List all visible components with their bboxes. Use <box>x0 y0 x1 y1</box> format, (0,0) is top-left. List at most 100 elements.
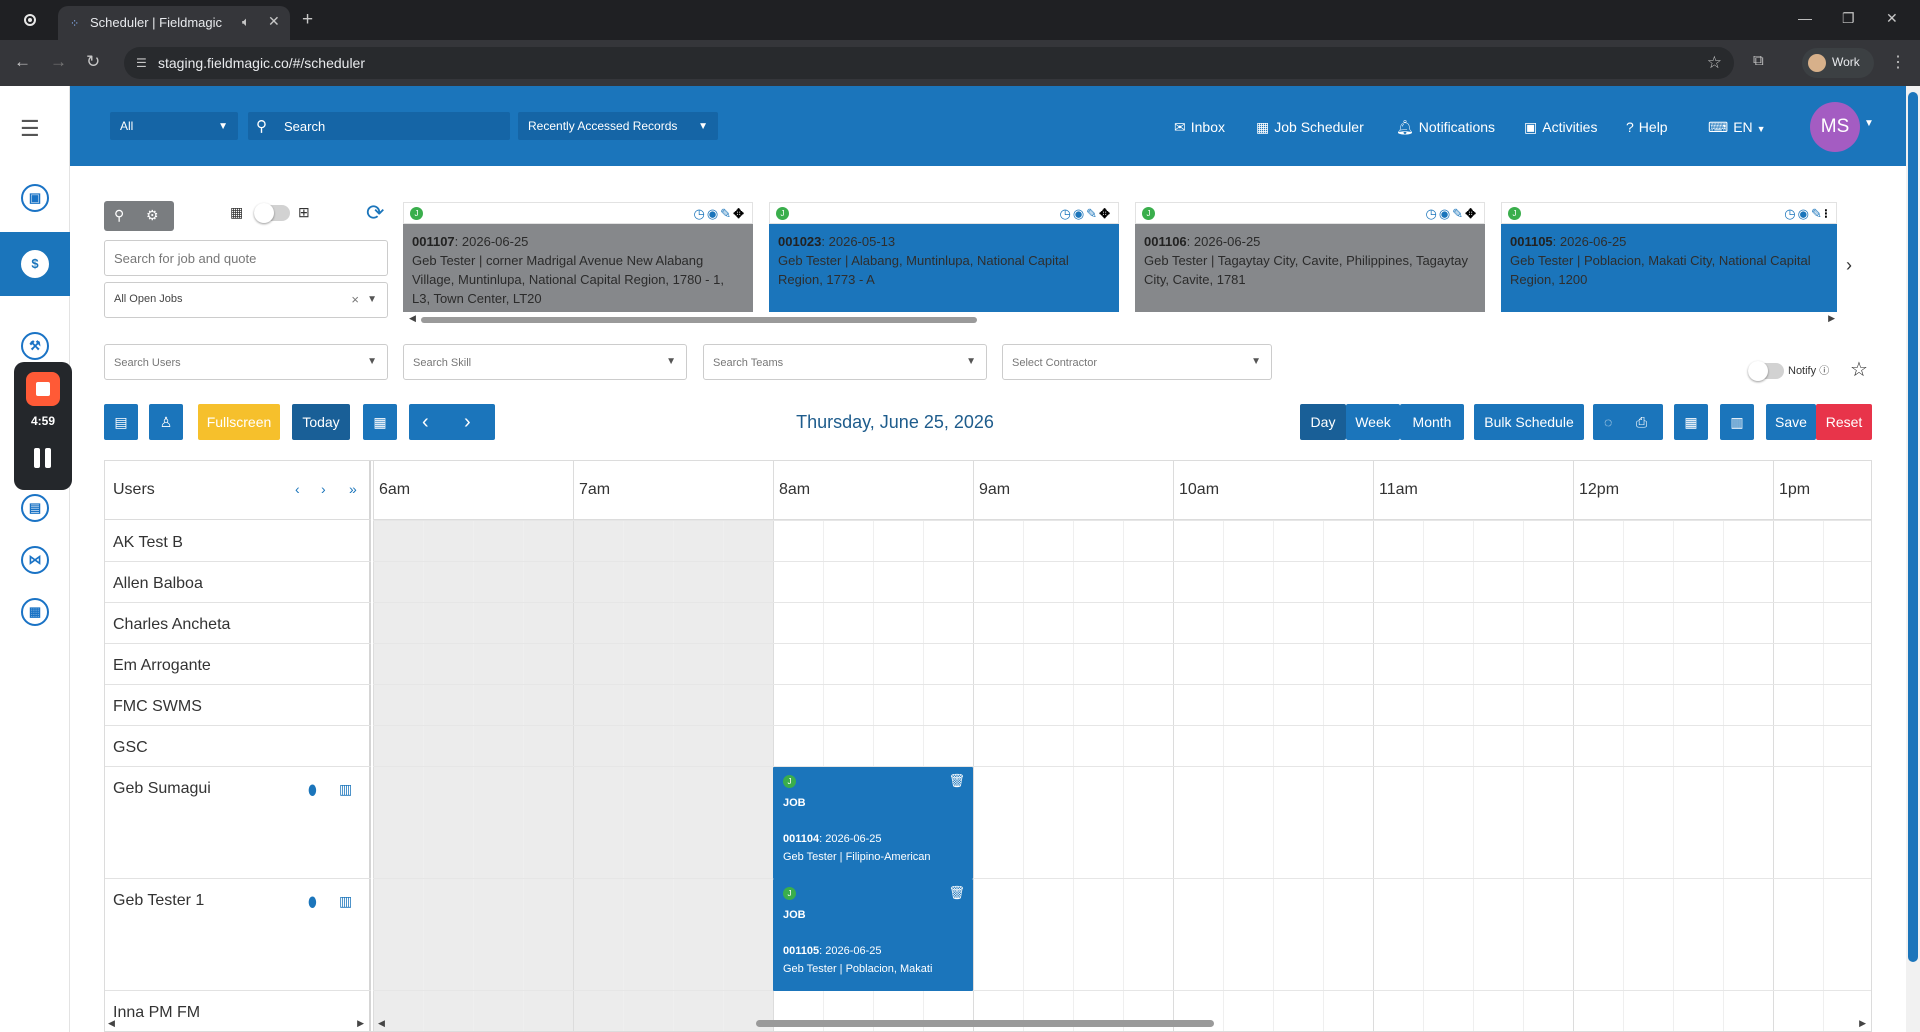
contractor-filter-select[interactable]: Select Contractor ▼ <box>1002 344 1272 380</box>
user-row[interactable]: Geb Sumagui ⬮ ▥ <box>105 767 371 879</box>
user-row[interactable]: Allen Balboa <box>105 562 371 603</box>
language-select[interactable]: ⌨ EN ▼ <box>1708 119 1765 136</box>
user-row[interactable]: Geb Tester 1 ⬮ ▥ <box>105 879 371 991</box>
user-avatar[interactable]: MS <box>1810 102 1860 152</box>
scroll-left-icon[interactable]: ◀ <box>409 313 416 324</box>
month-view-button[interactable]: Month <box>1400 404 1464 440</box>
trash-icon[interactable]: 🗑︎ <box>948 773 965 789</box>
scrollbar-thumb[interactable] <box>1908 92 1918 962</box>
report-icon[interactable]: ▦ <box>21 598 49 626</box>
map-icon[interactable]: ▥ <box>339 781 352 798</box>
nav-help[interactable]: ? Help <box>1626 119 1668 135</box>
week-view-button[interactable]: Week <box>1346 404 1400 440</box>
fullscreen-button[interactable]: Fullscreen <box>198 404 280 440</box>
global-search-input[interactable]: ⚲ Search <box>248 112 510 140</box>
user-row[interactable]: FMC SWMS <box>105 685 371 726</box>
reload-icon[interactable]: ↻ <box>86 52 100 72</box>
map-icon[interactable]: ▥ <box>339 893 352 910</box>
user-row[interactable]: Em Arrogante <box>105 644 371 685</box>
carousel-next-icon[interactable]: › <box>1846 255 1852 276</box>
stop-recording-button[interactable] <box>26 372 60 406</box>
minimize-icon[interactable]: — <box>1798 10 1812 26</box>
close-tab-icon[interactable]: ✕ <box>268 13 280 30</box>
notes-button[interactable]: ▤ <box>104 404 138 440</box>
forward-icon[interactable]: → <box>50 52 67 72</box>
page-scrollbar[interactable] <box>1906 86 1920 1032</box>
today-button[interactable]: Today <box>292 404 350 440</box>
view-toggle-switch[interactable] <box>254 203 290 223</box>
location-pin-icon[interactable]: ⬮ <box>308 894 317 911</box>
new-tab-icon[interactable]: + <box>302 9 313 31</box>
card-actions[interactable]: ◷◉✎⁝ <box>1784 206 1830 222</box>
card-actions[interactable]: ◷◉✎✥ <box>1426 206 1479 222</box>
timeline-hscrollbar[interactable]: ◀ ▶ <box>374 1018 1870 1028</box>
pause-recording-button[interactable] <box>34 448 52 468</box>
job-card[interactable]: J ◷◉✎✥ 001107: 2026-06-25 Geb Tester | c… <box>403 202 753 312</box>
site-info-icon[interactable]: ☰ <box>136 56 147 70</box>
timeline-scrollbar-thumb[interactable] <box>756 1020 1214 1027</box>
previous-day-icon[interactable]: ‹ <box>422 404 429 440</box>
gear-icon[interactable]: ⚙ <box>146 207 159 224</box>
refresh-icon[interactable]: ⟳ <box>366 200 384 226</box>
scroll-left-icon[interactable]: ◀ <box>378 1018 385 1029</box>
hamburger-icon[interactable]: ☰ <box>20 116 40 142</box>
calendar-view-button[interactable]: ▦ <box>1674 404 1708 440</box>
extensions-icon[interactable]: ⧉ <box>1753 52 1764 69</box>
contacts-icon[interactable]: ▣ <box>21 184 49 212</box>
date-picker-button[interactable]: ▦ <box>363 404 397 440</box>
url-text[interactable]: staging.fieldmagic.co/#/scheduler <box>158 55 365 71</box>
browser-tab[interactable]: ⁘ Scheduler | Fieldmagic 🔈︎ ✕ <box>58 6 290 40</box>
favorite-star-icon[interactable]: ☆ <box>1850 357 1868 382</box>
search-icon[interactable]: ⚲ <box>114 207 124 224</box>
scheduled-job[interactable]: J 🗑︎ JOB 001104: 2026-06-25 Geb Tester |… <box>773 767 973 879</box>
omnibox[interactable]: ☰ staging.fieldmagic.co/#/scheduler ☆ <box>124 47 1734 79</box>
scroll-right-icon[interactable]: ▶ <box>357 1018 364 1029</box>
user-row[interactable]: Charles Ancheta <box>105 603 371 644</box>
double-chevron-right-icon[interactable]: » <box>349 481 357 497</box>
bulk-schedule-button[interactable]: Bulk Schedule <box>1474 404 1584 440</box>
scroll-right-icon[interactable]: ▶ <box>1828 313 1835 324</box>
carousel-scrollbar-thumb[interactable] <box>421 317 977 323</box>
job-card[interactable]: J ◷◉✎✥ 001106: 2026-06-25 Geb Tester | T… <box>1135 202 1485 312</box>
teams-filter-select[interactable]: Search Teams ▼ <box>703 344 987 380</box>
user-view-button[interactable]: ♙ <box>149 404 183 440</box>
notify-toggle[interactable] <box>1748 361 1784 381</box>
users-filter-select[interactable]: Search Users ▼ <box>104 344 388 380</box>
profile-button[interactable]: Work <box>1802 48 1874 78</box>
users-hscrollbar[interactable]: ◀ ▶ <box>104 1018 368 1028</box>
wrench-icon[interactable]: ⚒ <box>21 332 49 360</box>
user-row[interactable]: GSC <box>105 726 371 767</box>
skill-filter-select[interactable]: Search Skill ▼ <box>403 344 687 380</box>
job-card[interactable]: J ◷◉✎✥ 001023: 2026-05-13 Geb Tester | A… <box>769 202 1119 312</box>
card-actions[interactable]: ◷◉✎✥ <box>1060 206 1113 222</box>
card-actions[interactable]: ◷◉✎✥ <box>694 206 747 222</box>
job-card[interactable]: J ◷◉✎⁝ 001105: 2026-06-25 Geb Tester | P… <box>1501 202 1837 312</box>
workflow-icon[interactable]: ⋈ <box>21 546 49 574</box>
dollar-icon[interactable]: $ <box>21 250 49 278</box>
browser-menu-icon[interactable]: ⋮ <box>1890 52 1906 72</box>
clear-icon[interactable]: × <box>351 292 359 307</box>
chevron-down-icon[interactable]: ▼ <box>1864 118 1874 129</box>
nav-inbox[interactable]: ✉ Inbox <box>1174 119 1225 136</box>
trash-icon[interactable]: 🗑︎ <box>948 885 965 901</box>
nav-job-scheduler[interactable]: ▦ Job Scheduler <box>1256 119 1364 136</box>
reset-button[interactable]: Reset <box>1816 404 1872 440</box>
save-button[interactable]: Save <box>1766 404 1816 440</box>
location-pin-icon[interactable]: ⬮ <box>308 782 317 799</box>
scheduled-job[interactable]: J 🗑︎ JOB 001105: 2026-06-25 Geb Tester |… <box>773 879 973 991</box>
nav-notifications[interactable]: 🔔︎ Notifications <box>1396 119 1495 136</box>
search-scope-select[interactable]: All ▼ <box>110 112 238 140</box>
back-icon[interactable]: ← <box>14 52 31 72</box>
next-day-icon[interactable]: › <box>464 404 471 440</box>
audio-icon[interactable]: 🔈︎ <box>242 14 250 30</box>
chevron-right-icon[interactable]: › <box>321 481 326 497</box>
inventory-icon[interactable]: ▤ <box>21 494 49 522</box>
job-search-input[interactable]: Search for job and quote <box>104 240 388 276</box>
recent-records-select[interactable]: Recently Accessed Records ▼ <box>518 112 718 140</box>
job-status-select[interactable]: All Open Jobs × ▼ <box>104 282 388 318</box>
print-icon[interactable]: ⎙ <box>1636 404 1647 440</box>
user-row[interactable]: AK Test B <box>105 521 371 562</box>
chevron-left-icon[interactable]: ‹ <box>295 481 300 497</box>
rail-item-finance[interactable]: $ <box>0 232 70 296</box>
map-view-button[interactable]: ▥ <box>1720 404 1754 440</box>
